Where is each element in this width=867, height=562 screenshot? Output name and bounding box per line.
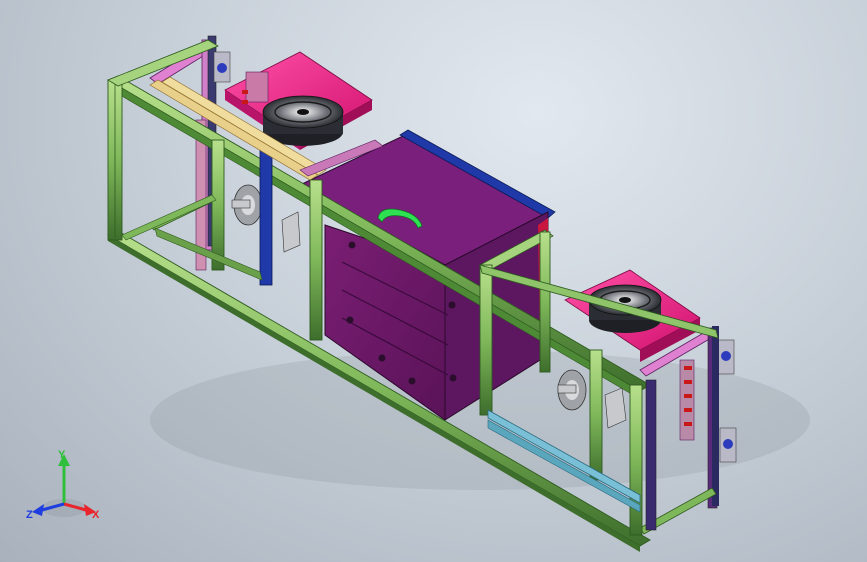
z-axis-label: Z [26,509,33,521]
x-axis-label: X [92,509,100,521]
cad-viewport[interactable]: Y X Z [0,0,867,562]
y-axis-label: Y [58,449,66,461]
z-axis-arrow [32,504,44,516]
cad-assembly-model[interactable] [0,0,867,562]
axis-triad: Y X Z [26,449,100,521]
